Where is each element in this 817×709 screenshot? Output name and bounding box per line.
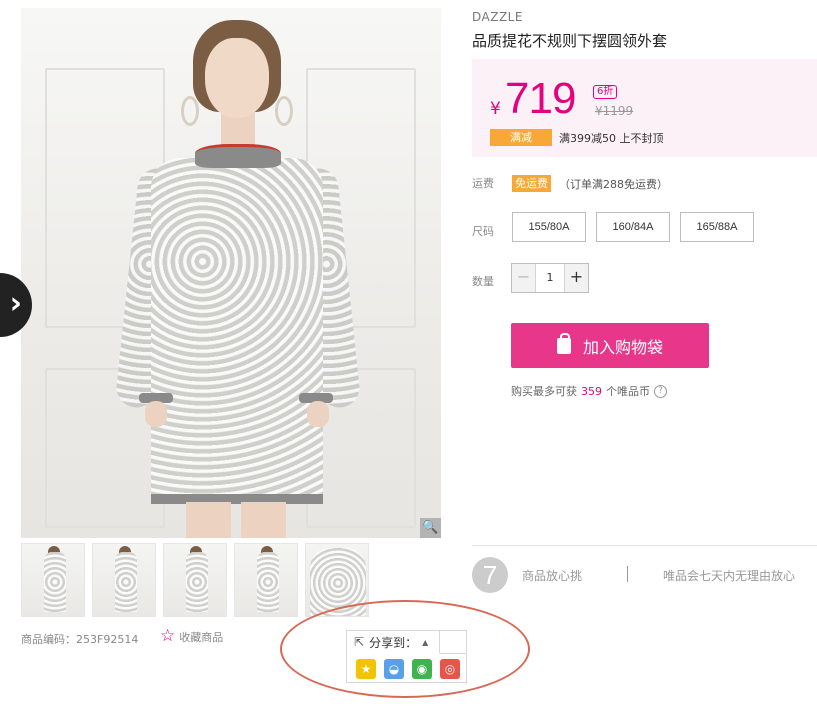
brand-name[interactable]: DAZZLE <box>472 10 523 24</box>
model-hand <box>145 401 167 427</box>
thumbnail[interactable] <box>305 543 369 617</box>
size-label: 尺码 <box>472 225 494 238</box>
shopping-bag-icon <box>556 332 571 354</box>
quantity-stepper: − 1 + <box>511 263 589 293</box>
guarantee-title: 商品放心挑 <box>522 569 583 583</box>
thumbnail[interactable] <box>92 543 156 617</box>
currency-symbol: ¥ <box>490 99 501 119</box>
caret-up-icon: ▲ <box>422 637 429 647</box>
zoom-icon[interactable]: 🔍 <box>420 518 441 538</box>
main-product-image[interactable] <box>21 8 441 538</box>
shipping-label: 运费 <box>472 177 494 190</box>
coin-suffix: 个唯品币 <box>606 385 650 398</box>
share-icon: ⇱ <box>354 635 365 649</box>
promo-text: 满399减50 上不封顶 <box>559 132 664 145</box>
share-panel: ⇱ 分享到： ▲ ★ ◒ ◉ ◎ <box>346 630 467 683</box>
qzone-icon[interactable]: ★ <box>356 659 376 679</box>
favorite-label: 收藏商品 <box>179 630 224 644</box>
thumbnail-model <box>257 552 279 612</box>
thumbnail-model <box>44 552 66 612</box>
thumbnail[interactable] <box>21 543 85 617</box>
favorite-button[interactable]: ☆ 收藏商品 <box>160 628 223 645</box>
earring <box>275 96 293 126</box>
product-title: 品质提花不规则下摆圆领外套 <box>472 32 668 50</box>
coin-reward-note: 购买最多可获 359 个唯品币 ? <box>511 383 667 399</box>
qq-icon[interactable]: ◒ <box>384 659 404 679</box>
size-option[interactable]: 155/80A <box>512 212 586 242</box>
thumbnail[interactable] <box>163 543 227 617</box>
size-option[interactable]: 160/84A <box>596 212 670 242</box>
dress-collar <box>195 144 281 168</box>
divider <box>472 545 817 546</box>
wechat-icon[interactable]: ◉ <box>412 659 432 679</box>
thumbnail-model <box>186 552 208 612</box>
model-face <box>205 38 269 118</box>
increase-button[interactable]: + <box>564 264 588 292</box>
vertical-divider <box>627 566 628 582</box>
earring <box>181 96 199 126</box>
star-icon: ☆ <box>160 626 176 646</box>
share-label: 分享到： <box>369 635 418 650</box>
share-dropdown[interactable]: ⇱ 分享到： ▲ <box>347 631 440 654</box>
share-icons: ★ ◒ ◉ ◎ <box>356 659 460 679</box>
help-icon[interactable]: ? <box>654 384 667 398</box>
product-code: 商品编码：253F92514 <box>21 633 139 646</box>
add-to-cart-button[interactable]: 加入购物袋 <box>511 323 709 368</box>
free-shipping-tag: 免运费 <box>512 175 551 192</box>
thumbnail-fabric <box>310 548 366 616</box>
divider <box>440 653 467 654</box>
quantity-input[interactable]: 1 <box>536 264 564 292</box>
decrease-button[interactable]: − <box>512 264 536 292</box>
coin-count: 359 <box>581 384 602 398</box>
seven-day-return-icon: 7 <box>472 557 508 593</box>
add-to-cart-label: 加入购物袋 <box>582 337 663 357</box>
thumbnail-model <box>115 552 137 612</box>
thumbnail[interactable] <box>234 543 298 617</box>
current-price: 719 <box>505 74 576 123</box>
shipping-note: （订单满288免运费） <box>559 178 668 191</box>
dress <box>151 158 323 503</box>
quantity-label: 数量 <box>472 275 494 288</box>
return-policy-note: 唯品会七天内无理由放心 <box>663 569 796 583</box>
weibo-icon[interactable]: ◎ <box>440 659 460 679</box>
size-option[interactable]: 165/88A <box>680 212 754 242</box>
coin-prefix: 购买最多可获 <box>511 385 577 398</box>
discount-badge: 6折 <box>593 85 618 99</box>
model-hand <box>307 401 329 427</box>
price-panel: ¥ 719 6折 ¥1199 满减 满399减50 上不封顶 <box>472 59 817 157</box>
promo-tag: 满减 <box>490 129 552 146</box>
model-legs <box>186 502 286 538</box>
original-price: ¥1199 <box>595 104 634 118</box>
